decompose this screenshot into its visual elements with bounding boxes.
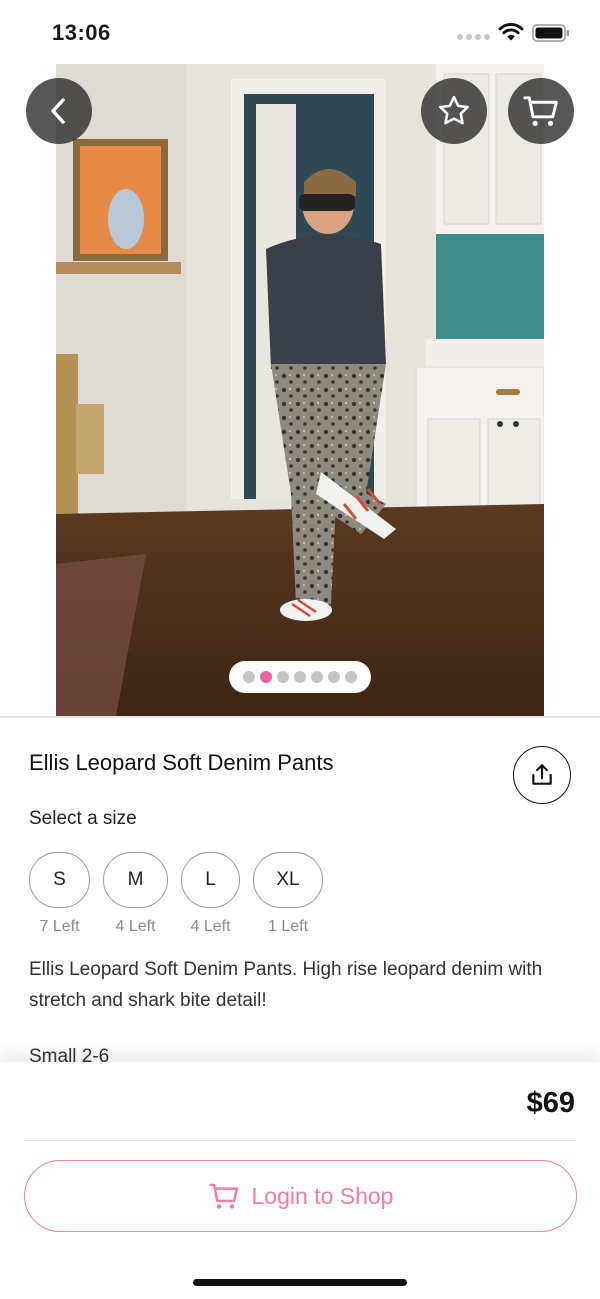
login-to-shop-button[interactable]: Login to Shop bbox=[24, 1160, 577, 1232]
size-stock: 7 Left bbox=[39, 918, 80, 935]
image-pager[interactable] bbox=[229, 661, 371, 693]
pager-dot[interactable] bbox=[260, 671, 272, 683]
wifi-icon bbox=[498, 23, 524, 41]
size-stock: 4 Left bbox=[190, 918, 231, 935]
star-icon bbox=[439, 95, 469, 125]
size-label: L bbox=[205, 869, 216, 890]
status-time: 13:06 bbox=[52, 20, 111, 45]
product-description: Ellis Leopard Soft Denim Pants. High ris… bbox=[29, 959, 543, 1011]
divider bbox=[24, 1140, 576, 1141]
size-label: S bbox=[53, 869, 66, 890]
share-button[interactable] bbox=[513, 746, 571, 804]
cart-icon bbox=[523, 96, 558, 127]
favorite-button[interactable] bbox=[421, 78, 487, 144]
size-option-xl[interactable]: XL bbox=[253, 852, 323, 908]
size-label: M bbox=[127, 869, 144, 890]
select-size-label: Select a size bbox=[29, 808, 137, 829]
product-image[interactable] bbox=[56, 64, 544, 716]
cart-icon bbox=[208, 1183, 238, 1209]
price: $69 bbox=[526, 1087, 575, 1119]
pager-dot[interactable] bbox=[277, 671, 289, 683]
signal-dots-icon bbox=[457, 34, 490, 40]
size-stock: 1 Left bbox=[267, 918, 309, 935]
battery-icon bbox=[532, 24, 569, 42]
status-bar: 13:06 bbox=[0, 0, 600, 64]
divider bbox=[0, 716, 600, 718]
chevron-left-icon bbox=[51, 98, 65, 124]
login-button-label: Login to Shop bbox=[251, 1182, 394, 1209]
size-option-s[interactable]: S bbox=[29, 852, 90, 908]
pager-dot[interactable] bbox=[345, 671, 357, 683]
home-indicator bbox=[193, 1279, 407, 1286]
product-title: Ellis Leopard Soft Denim Pants bbox=[29, 750, 334, 775]
pager-dot[interactable] bbox=[294, 671, 306, 683]
pager-dot[interactable] bbox=[328, 671, 340, 683]
pager-dot[interactable] bbox=[243, 671, 255, 683]
pager-dot[interactable] bbox=[311, 671, 323, 683]
size-label: XL bbox=[276, 869, 300, 890]
share-icon bbox=[532, 764, 552, 785]
size-option-m[interactable]: M bbox=[103, 852, 168, 908]
back-button[interactable] bbox=[26, 78, 92, 144]
size-stock: 4 Left bbox=[115, 918, 156, 935]
cart-button[interactable] bbox=[508, 78, 574, 144]
size-option-l[interactable]: L bbox=[181, 852, 240, 908]
